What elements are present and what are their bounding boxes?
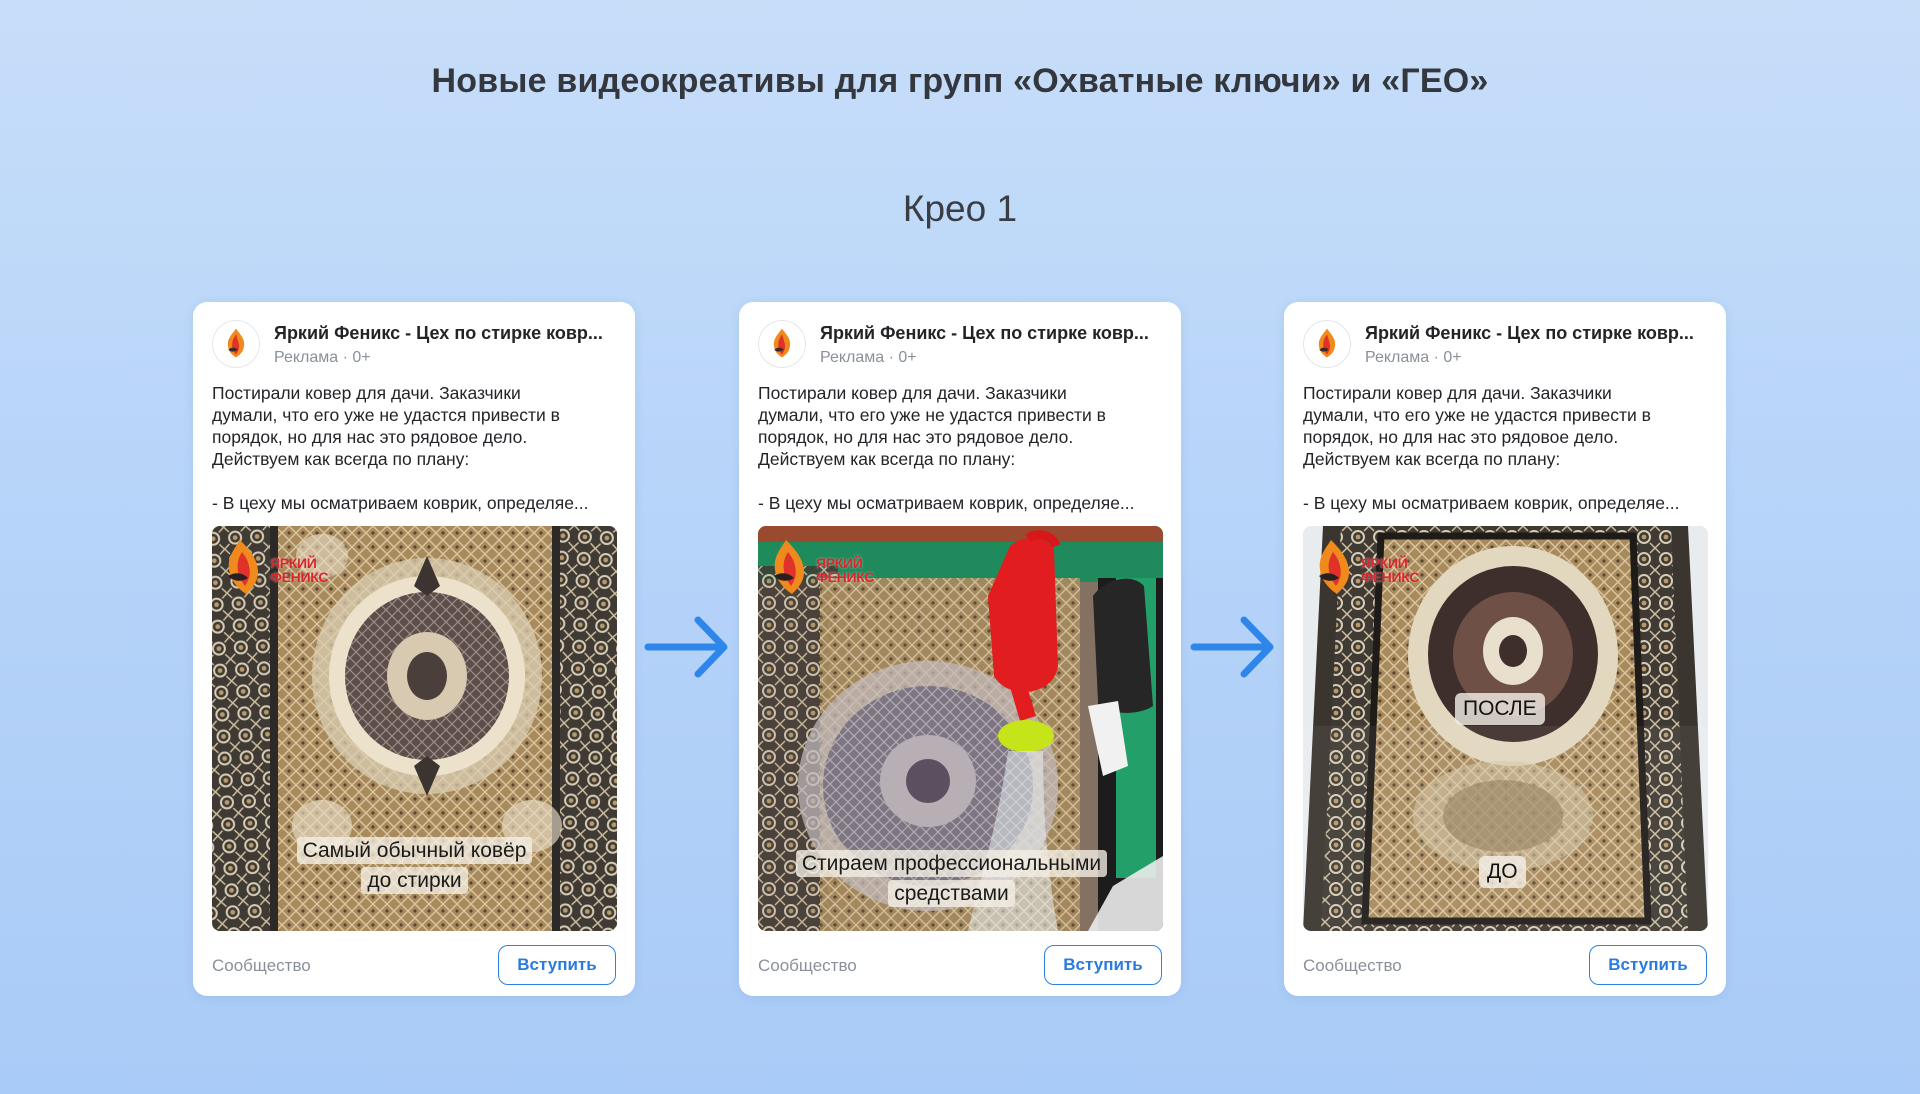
phoenix-logo-icon[interactable] <box>212 320 260 368</box>
ad-meta: Реклама · 0+ <box>820 349 917 366</box>
post-text-line: порядок, но для нас это рядовое дело. <box>212 427 528 447</box>
arrow-right-icon <box>644 612 730 682</box>
post-text-line: думали, что его уже не удастся привести … <box>758 405 1106 425</box>
ad-meta: Реклама · 0+ <box>274 349 371 366</box>
caption-line: до стирки <box>361 867 468 894</box>
card-footer: Сообщество Вступить <box>212 945 616 985</box>
ad-card-1: Яркий Феникс - Цех по стирке ковр... Рек… <box>193 302 635 996</box>
after-label: ПОСЛЕ <box>1455 693 1545 725</box>
post-text-line: Действуем как всегда по плану: <box>758 449 1016 469</box>
post-text-line[interactable]: - В цеху мы осматриваем коврик, определя… <box>1303 492 1710 514</box>
post-text-line: Постирали ковер для дачи. Заказчики <box>758 383 1067 403</box>
ad-card-2: Яркий Феникс - Цех по стирке ковр... Рек… <box>739 302 1181 996</box>
caption-line: Стираем профессиональными <box>795 850 1108 877</box>
post-text-line: Постирали ковер для дачи. Заказчики <box>1303 383 1612 403</box>
page-title: Новые видеокреативы для групп «Охватные … <box>431 62 1489 100</box>
phoenix-logo-icon[interactable] <box>1303 320 1351 368</box>
channel-name[interactable]: Яркий Феникс - Цех по стирке ковр... <box>274 323 616 344</box>
channel-name[interactable]: Яркий Феникс - Цех по стирке ковр... <box>1365 323 1707 344</box>
post-text-line: Действуем как всегда по плану: <box>1303 449 1561 469</box>
brand-watermark: ЯРКИЙ ФЕНИКС <box>764 536 882 598</box>
post-text-line: порядок, но для нас это рядовое дело. <box>758 427 1074 447</box>
community-label: Сообщество <box>758 956 857 975</box>
video-preview[interactable]: ЯРКИЙ ФЕНИКС Самый обычный ковёр до стир… <box>212 526 617 931</box>
post-text-line[interactable]: - В цеху мы осматриваем коврик, определя… <box>758 492 1165 514</box>
logo-text: ЯРКИЙ ФЕНИКС <box>1361 555 1420 585</box>
brand-watermark: ЯРКИЙ ФЕНИКС <box>218 536 336 598</box>
post-text-line: думали, что его уже не удастся привести … <box>212 405 560 425</box>
community-label: Сообщество <box>1303 956 1402 975</box>
card-footer: Сообщество Вступить <box>1303 945 1707 985</box>
ad-card-3: Яркий Феникс - Цех по стирке ковр... Рек… <box>1284 302 1726 996</box>
arrow-right-icon <box>1190 612 1276 682</box>
video-caption: Стираем профессиональными средствами <box>758 849 1163 909</box>
card-header: Яркий Феникс - Цех по стирке ковр... Рек… <box>758 317 1162 371</box>
join-button[interactable]: Вступить <box>1589 945 1707 985</box>
brand-watermark: ЯРКИЙ ФЕНИКС <box>1309 536 1427 598</box>
post-text-line: думали, что его уже не удастся привести … <box>1303 405 1651 425</box>
post-text: Постирали ковер для дачи. Заказчики дума… <box>758 382 1165 514</box>
post-text-line: Действуем как всегда по плану: <box>212 449 470 469</box>
section-title: Крео 1 <box>902 188 1018 229</box>
logo-text: ЯРКИЙ ФЕНИКС <box>816 555 875 585</box>
card-footer: Сообщество Вступить <box>758 945 1162 985</box>
post-text-line: Постирали ковер для дачи. Заказчики <box>212 383 521 403</box>
post-text: Постирали ковер для дачи. Заказчики дума… <box>1303 382 1710 514</box>
caption-line: средствами <box>888 880 1015 907</box>
logo-text: ЯРКИЙ ФЕНИКС <box>270 555 329 585</box>
before-label: ДО <box>1479 856 1526 888</box>
join-button[interactable]: Вступить <box>1044 945 1162 985</box>
video-preview[interactable]: ЯРКИЙ ФЕНИКС ПОСЛЕ ДО <box>1303 526 1708 931</box>
caption-line: Самый обычный ковёр <box>296 837 533 864</box>
post-text-line[interactable]: - В цеху мы осматриваем коврик, определя… <box>212 492 619 514</box>
video-caption: Самый обычный ковёр до стирки <box>212 836 617 896</box>
phoenix-logo-icon[interactable] <box>758 320 806 368</box>
ad-meta: Реклама · 0+ <box>1365 349 1462 366</box>
post-text-line: порядок, но для нас это рядовое дело. <box>1303 427 1619 447</box>
join-button[interactable]: Вступить <box>498 945 616 985</box>
community-label: Сообщество <box>212 956 311 975</box>
card-header: Яркий Феникс - Цех по стирке ковр... Рек… <box>212 317 616 371</box>
channel-name[interactable]: Яркий Феникс - Цех по стирке ковр... <box>820 323 1162 344</box>
card-header: Яркий Феникс - Цех по стирке ковр... Рек… <box>1303 317 1707 371</box>
video-preview[interactable]: ЯРКИЙ ФЕНИКС Стираем профессиональными с… <box>758 526 1163 931</box>
post-text: Постирали ковер для дачи. Заказчики дума… <box>212 382 619 514</box>
